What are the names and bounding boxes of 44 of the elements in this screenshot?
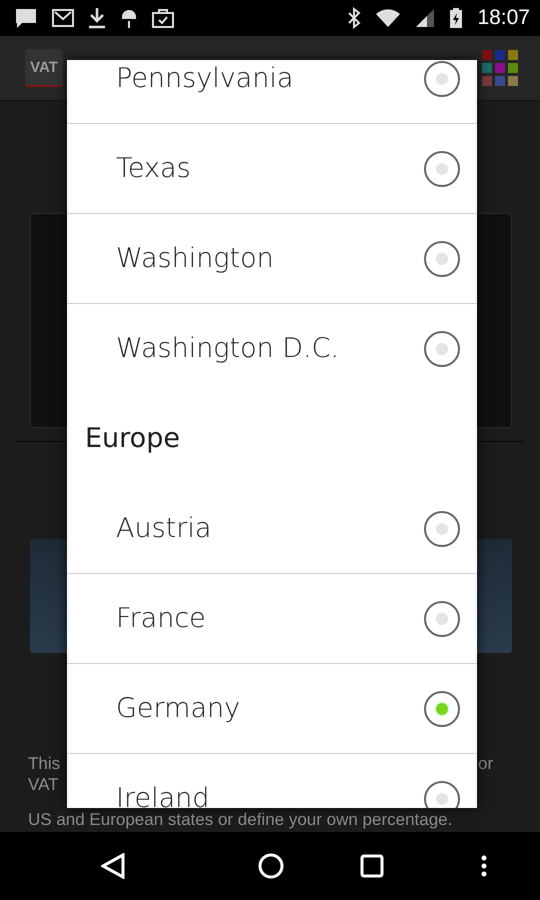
option-row[interactable]: Texas xyxy=(67,124,477,214)
clock-time: 18:07 xyxy=(477,6,530,30)
radio-button[interactable] xyxy=(424,510,460,546)
description-text: VAT xyxy=(28,774,59,795)
description-text: US and European states or define your own percentage. xyxy=(28,809,452,830)
radio-button[interactable] xyxy=(424,150,460,186)
option-label: Texas xyxy=(116,153,192,184)
option-label: Pennsylvania xyxy=(116,63,294,94)
section-header: Europe xyxy=(85,423,180,454)
radio-button[interactable] xyxy=(424,240,460,276)
color-grid-icon[interactable] xyxy=(482,50,518,86)
description-text: or xyxy=(478,753,494,774)
option-label: Washington D.C. xyxy=(116,333,340,364)
signal-icon xyxy=(415,8,436,28)
bluetooth-icon xyxy=(347,7,362,29)
radio-button[interactable] xyxy=(424,330,460,366)
message-icon xyxy=(14,7,38,29)
back-icon[interactable] xyxy=(101,853,125,879)
option-row[interactable]: Washington D.C. xyxy=(67,304,477,393)
briefcase-icon xyxy=(152,8,174,28)
radio-button[interactable] xyxy=(424,780,460,808)
option-label: Washington xyxy=(116,243,275,274)
radio-button[interactable] xyxy=(424,600,460,636)
wifi-icon xyxy=(375,8,402,28)
option-row[interactable]: Austria xyxy=(67,484,477,574)
radio-button[interactable] xyxy=(424,690,460,726)
option-label: Germany xyxy=(116,693,242,724)
option-label: France xyxy=(116,603,207,634)
option-row[interactable]: Ireland xyxy=(67,754,477,808)
option-row[interactable]: Pennsylvania xyxy=(67,60,477,124)
mail-icon xyxy=(52,9,74,27)
download-icon xyxy=(88,7,106,29)
recents-icon[interactable] xyxy=(360,854,384,878)
overflow-menu-icon[interactable] xyxy=(481,855,487,877)
app-logo[interactable]: VAT xyxy=(25,49,63,87)
option-row[interactable]: Germany xyxy=(67,664,477,754)
option-label: Ireland xyxy=(116,783,210,808)
battery-charging-icon xyxy=(449,7,464,29)
home-icon[interactable] xyxy=(258,853,284,879)
option-row[interactable]: Washington xyxy=(67,214,477,304)
option-label: Austria xyxy=(116,513,212,544)
radio-button[interactable] xyxy=(424,60,460,96)
option-row[interactable]: France xyxy=(67,574,477,664)
description-text: This xyxy=(28,753,60,774)
